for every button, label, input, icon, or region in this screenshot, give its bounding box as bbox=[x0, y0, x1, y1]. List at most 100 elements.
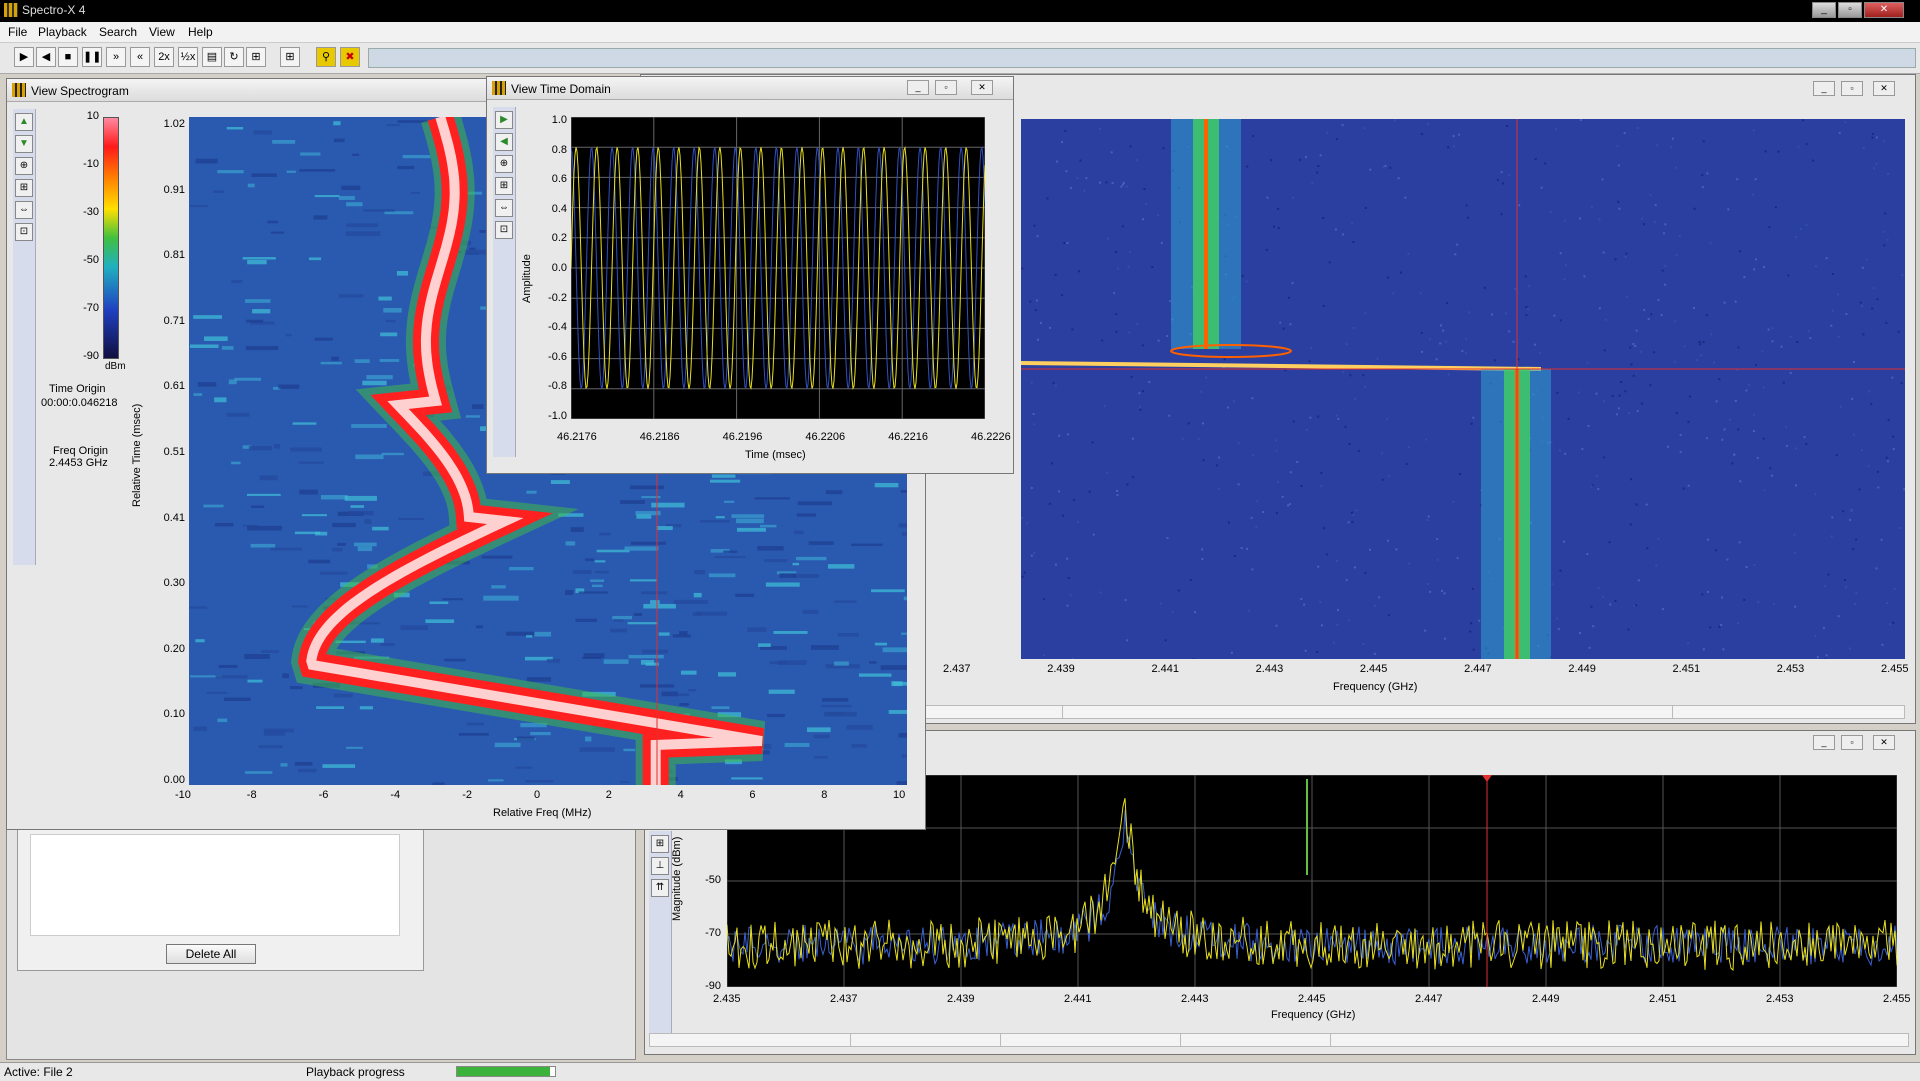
menu-file[interactable]: File bbox=[8, 25, 27, 39]
td-restore-icon[interactable]: ▫ bbox=[935, 80, 957, 95]
wide-noise bbox=[1721, 597, 1723, 599]
grid-icon[interactable]: ⊞ bbox=[280, 47, 300, 67]
spectrum-scrollbar[interactable] bbox=[649, 1033, 1909, 1047]
menu-view[interactable]: View bbox=[149, 25, 175, 39]
menu-search[interactable]: Search bbox=[99, 25, 137, 39]
arrow-right-icon[interactable]: ▶ bbox=[495, 111, 513, 129]
close-icon[interactable]: ✕ bbox=[1864, 2, 1904, 18]
wide-noise bbox=[1737, 622, 1739, 624]
playback-timeline[interactable] bbox=[368, 48, 1916, 68]
wide-noise bbox=[1099, 182, 1101, 184]
td-minimize-icon[interactable]: _ bbox=[907, 80, 929, 95]
noise-streak bbox=[641, 496, 660, 498]
clear-search-icon[interactable]: ✖ bbox=[340, 47, 360, 67]
rel-xtick-8: 6 bbox=[749, 789, 755, 801]
stop-icon[interactable]: ■ bbox=[58, 47, 78, 67]
time-domain-plot[interactable] bbox=[571, 117, 985, 419]
noise-streak bbox=[244, 654, 269, 659]
wide-noise bbox=[1709, 626, 1711, 628]
maximize-icon[interactable]: ▫ bbox=[1838, 2, 1862, 18]
zoom-fit-icon[interactable]: ⊞ bbox=[651, 835, 669, 853]
spec-xtick-4: 2.443 bbox=[1181, 993, 1209, 1005]
fast-forward-icon[interactable]: » bbox=[106, 47, 126, 67]
wide-noise bbox=[1849, 519, 1851, 521]
wide-spectrogram-plot[interactable] bbox=[1021, 119, 1905, 659]
child-minimize-icon[interactable]: _ bbox=[1813, 81, 1835, 96]
play-icon[interactable]: ▶ bbox=[14, 47, 34, 67]
td-crosshair-icon[interactable]: ⊕ bbox=[495, 155, 513, 173]
wide-xtick-7: 2.451 bbox=[1673, 663, 1701, 675]
zoom-in-icon[interactable]: ⊞ bbox=[15, 179, 33, 197]
noise-streak bbox=[292, 605, 308, 607]
snapshot-icon[interactable]: ▤ bbox=[202, 47, 222, 67]
wide-noise bbox=[1544, 162, 1546, 164]
td-zoom-in-icon[interactable]: ⊞ bbox=[495, 177, 513, 195]
crosshair-icon[interactable]: ⊕ bbox=[15, 157, 33, 175]
zoom-fit-icon[interactable]: ⊡ bbox=[15, 223, 33, 241]
wide-noise bbox=[1637, 127, 1639, 129]
wide-noise bbox=[1602, 178, 1604, 180]
marker-list[interactable] bbox=[30, 834, 400, 936]
td-zoom-horizontal-icon[interactable]: ⇔ bbox=[495, 199, 513, 217]
menu-help[interactable]: Help bbox=[188, 25, 213, 39]
play-reverse-icon[interactable]: ◀ bbox=[36, 47, 56, 67]
noise-streak bbox=[386, 320, 396, 323]
noise-streak bbox=[889, 710, 907, 714]
wide-noise bbox=[1303, 604, 1305, 606]
layout-icon[interactable]: ⊞ bbox=[246, 47, 266, 67]
rewind-icon[interactable]: « bbox=[130, 47, 150, 67]
spectrum-restore-icon[interactable]: ▫ bbox=[1841, 735, 1863, 750]
spectrum-minimize-icon[interactable]: _ bbox=[1813, 735, 1835, 750]
speed-2x-button[interactable]: 2x bbox=[154, 47, 174, 67]
noise-streak bbox=[371, 638, 384, 642]
minimize-icon[interactable]: _ bbox=[1812, 2, 1836, 18]
noise-streak bbox=[797, 513, 816, 516]
wide-noise bbox=[1131, 376, 1133, 378]
binoculars-icon[interactable]: ⚲ bbox=[316, 47, 336, 67]
wide-noise bbox=[1718, 378, 1720, 380]
wide-noise bbox=[1722, 648, 1724, 650]
noise-streak bbox=[641, 591, 667, 594]
arrow-up-icon[interactable]: ▲ bbox=[15, 113, 33, 131]
wide-noise bbox=[1840, 406, 1842, 408]
peak-hold-icon[interactable]: ⊥ bbox=[651, 857, 669, 875]
wide-noise bbox=[1808, 330, 1810, 332]
wide-noise bbox=[1707, 539, 1709, 541]
speed-half-button[interactable]: ½x bbox=[178, 47, 198, 67]
spectrum-xlabel: Frequency (GHz) bbox=[1271, 1009, 1355, 1021]
wide-noise bbox=[1525, 314, 1527, 316]
wide-noise bbox=[1031, 382, 1033, 384]
child-restore-icon[interactable]: ▫ bbox=[1841, 81, 1863, 96]
wide-noise bbox=[1374, 605, 1376, 607]
noise-streak bbox=[764, 559, 787, 562]
noise-streak bbox=[715, 556, 746, 558]
wide-noise bbox=[1553, 315, 1555, 317]
arrow-down-icon[interactable]: ▼ bbox=[15, 135, 33, 153]
spectrum-close-icon[interactable]: ✕ bbox=[1873, 735, 1895, 750]
noise-streak bbox=[694, 570, 705, 575]
td-zoom-fit-icon[interactable]: ⊡ bbox=[495, 221, 513, 239]
pause-icon[interactable]: ❚❚ bbox=[82, 47, 102, 67]
child-close-icon[interactable]: ✕ bbox=[1873, 81, 1895, 96]
wide-noise bbox=[1687, 421, 1689, 423]
wide-noise bbox=[1502, 182, 1504, 184]
wide-noise bbox=[1702, 341, 1704, 343]
wide-noise bbox=[1563, 541, 1565, 543]
arrow-left-icon[interactable]: ◀ bbox=[495, 133, 513, 151]
delete-all-button[interactable]: Delete All bbox=[166, 944, 256, 964]
wide-noise bbox=[1654, 221, 1656, 223]
wide-noise bbox=[1348, 521, 1350, 523]
zoom-horizontal-icon[interactable]: ⇔ bbox=[15, 201, 33, 219]
wide-noise bbox=[1202, 422, 1204, 424]
td-close-icon[interactable]: ✕ bbox=[971, 80, 993, 95]
noise-streak bbox=[247, 680, 262, 683]
loop-icon[interactable]: ↻ bbox=[224, 47, 244, 67]
wide-noise bbox=[1283, 328, 1285, 330]
wide-noise bbox=[1701, 174, 1703, 176]
app-titlebar: Spectro-X 4 _ ▫ ✕ bbox=[0, 0, 1920, 22]
wide-noise bbox=[1602, 596, 1604, 598]
menu-playback[interactable]: Playback bbox=[38, 25, 87, 39]
marker-pair-icon[interactable]: ⇈ bbox=[651, 879, 669, 897]
wide-noise bbox=[1603, 251, 1605, 253]
noise-streak bbox=[315, 338, 333, 341]
